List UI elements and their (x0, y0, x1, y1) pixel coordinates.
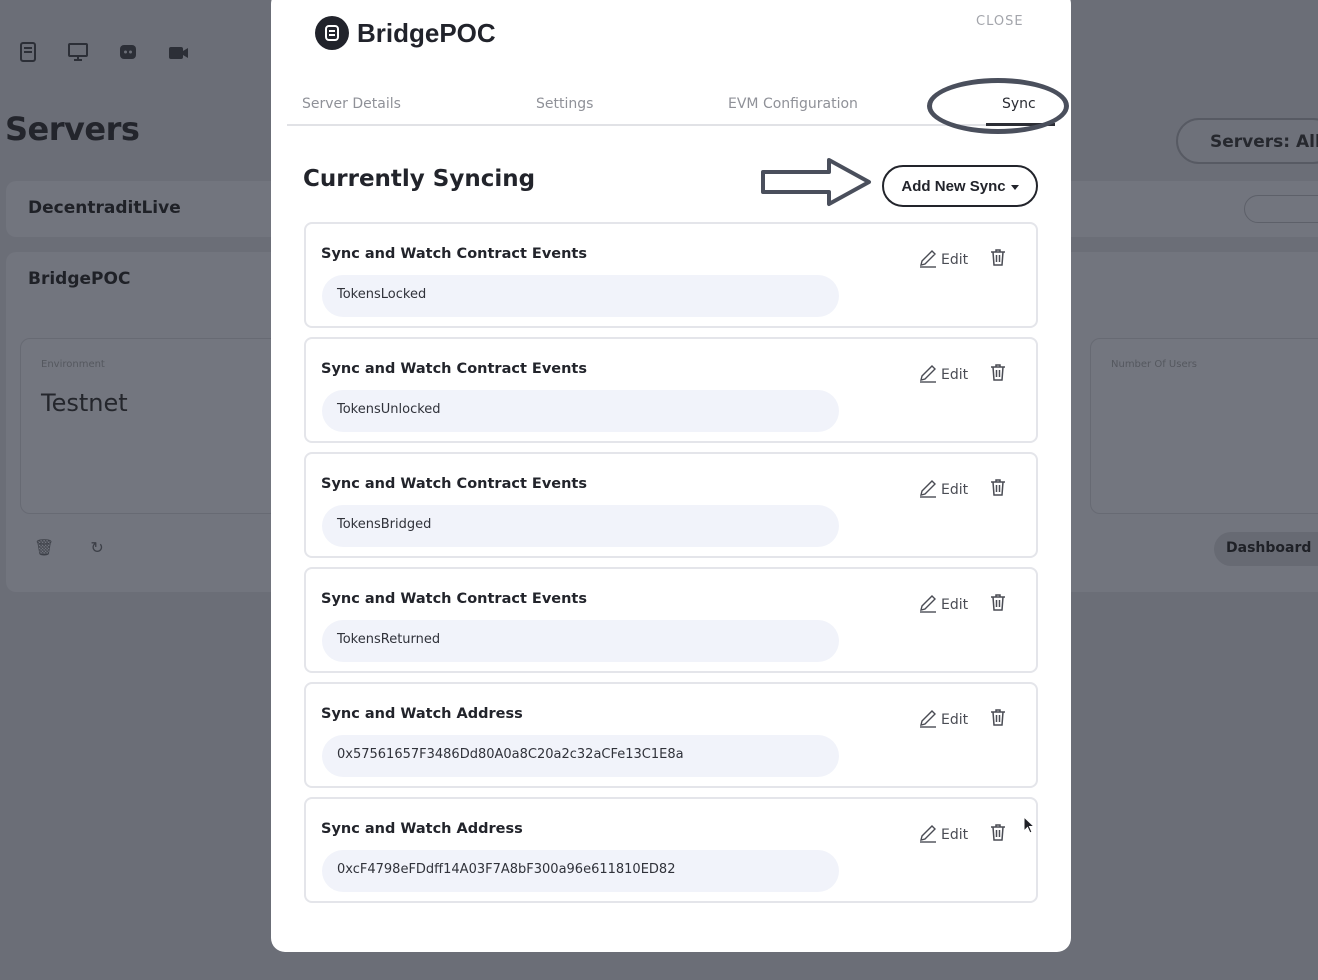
add-new-sync-label: Add New Sync (901, 177, 1006, 195)
server-actions: 🗑 ↻ (34, 538, 104, 557)
pencil-icon (920, 365, 936, 383)
sync-card: Sync and Watch Contract Events TokensBri… (304, 452, 1038, 558)
sync-title: Sync and Watch Contract Events (321, 361, 587, 377)
server-status-pill[interactable] (1244, 195, 1318, 223)
brand-name: BridgePOC (357, 17, 496, 48)
users-panel: Number Of Users (1090, 338, 1318, 514)
brand: BridgePOC (315, 16, 496, 50)
refresh-icon[interactable]: ↻ (90, 538, 103, 557)
sync-value: TokensLocked (322, 275, 839, 317)
edit-label: Edit (941, 252, 969, 268)
server-name: BridgePOC (28, 269, 131, 289)
mouse-cursor-icon (1023, 816, 1035, 834)
trash-icon[interactable] (990, 593, 1006, 611)
caret-down-icon (1010, 184, 1019, 190)
edit-button[interactable]: Edit (918, 248, 968, 268)
sync-title: Sync and Watch Contract Events (321, 476, 587, 492)
trash-icon[interactable]: 🗑 (34, 538, 54, 557)
annotation-arrow-icon (761, 158, 871, 206)
close-button[interactable]: CLOSE (976, 14, 1024, 29)
sync-value: TokensUnlocked (322, 390, 839, 432)
server-name: DecentraditLive (28, 198, 181, 218)
sync-card: Sync and Watch Contract Events TokensUnl… (304, 337, 1038, 443)
sync-title: Sync and Watch Contract Events (321, 246, 587, 262)
pencil-icon (920, 250, 936, 268)
edit-button[interactable]: Edit (918, 363, 968, 383)
edit-label: Edit (941, 482, 969, 498)
servers-filter-dropdown[interactable]: Servers: All (1176, 118, 1318, 164)
environment-label: Environment (41, 359, 105, 370)
annotation-ellipse (927, 78, 1069, 134)
dashboard-button[interactable]: Dashboard (1214, 532, 1318, 566)
discord-icon[interactable] (116, 40, 140, 64)
trash-icon[interactable] (990, 823, 1006, 841)
tab-settings[interactable]: Settings (536, 96, 593, 112)
sync-title: Sync and Watch Address (321, 821, 523, 837)
edit-button[interactable]: Edit (918, 823, 968, 843)
trash-icon[interactable] (990, 363, 1006, 381)
sync-title: Sync and Watch Address (321, 706, 523, 722)
server-modal: BridgePOC CLOSE Server Details Settings … (271, 0, 1071, 952)
tab-evm-configuration[interactable]: EVM Configuration (728, 96, 858, 112)
video-icon[interactable] (166, 40, 190, 64)
top-icon-bar (16, 40, 190, 64)
sync-card: Sync and Watch Address 0xcF4798eFDdff14A… (304, 797, 1038, 903)
monitor-icon[interactable] (66, 40, 90, 64)
edit-button[interactable]: Edit (918, 478, 968, 498)
pencil-icon (920, 825, 936, 843)
users-label: Number Of Users (1111, 359, 1197, 370)
sync-title: Sync and Watch Contract Events (321, 591, 587, 607)
environment-panel: Environment Testnet (20, 338, 280, 514)
trash-icon[interactable] (990, 708, 1006, 726)
pencil-icon (920, 710, 936, 728)
pencil-icon (920, 595, 936, 613)
book-icon[interactable] (16, 40, 40, 64)
sync-card: Sync and Watch Address 0x57561657F3486Dd… (304, 682, 1038, 788)
sync-card: Sync and Watch Contract Events TokensRet… (304, 567, 1038, 673)
edit-label: Edit (941, 597, 969, 613)
edit-button[interactable]: Edit (918, 593, 968, 613)
edit-label: Edit (941, 712, 969, 728)
sync-list: Sync and Watch Contract Events TokensLoc… (304, 222, 1038, 912)
sync-value: 0x57561657F3486Dd80A0a8C20a2c32aCFe13C1E… (322, 735, 839, 777)
section-title: Currently Syncing (303, 166, 536, 192)
sync-value: TokensReturned (322, 620, 839, 662)
sync-value: 0xcF4798eFDdff14A03F7A8bF300a96e611810ED… (322, 850, 839, 892)
pencil-icon (920, 480, 936, 498)
edit-label: Edit (941, 367, 969, 383)
tab-server-details[interactable]: Server Details (302, 96, 401, 112)
page-title: Servers (5, 110, 140, 148)
edit-button[interactable]: Edit (918, 708, 968, 728)
trash-icon[interactable] (990, 478, 1006, 496)
brand-logo-icon (315, 16, 349, 50)
edit-label: Edit (941, 827, 969, 843)
trash-icon[interactable] (990, 248, 1006, 266)
environment-value: Testnet (41, 389, 128, 417)
add-new-sync-button[interactable]: Add New Sync (882, 165, 1038, 207)
sync-card: Sync and Watch Contract Events TokensLoc… (304, 222, 1038, 328)
sync-value: TokensBridged (322, 505, 839, 547)
